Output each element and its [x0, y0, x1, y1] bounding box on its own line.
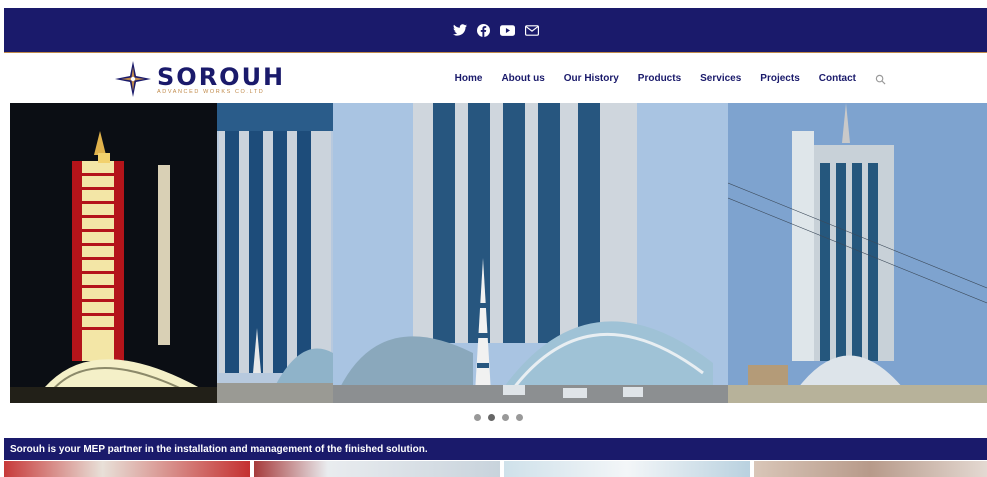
slide-image-night-tower — [10, 103, 217, 403]
site-logo[interactable]: SOROUH ADVANCED WORKS CO.LTD — [113, 59, 285, 99]
thumbnail-strip — [4, 461, 987, 477]
twitter-icon[interactable] — [452, 23, 467, 38]
nav-contact[interactable]: Contact — [819, 73, 856, 84]
slide-image-complex-day — [333, 103, 728, 403]
slider-dot-4[interactable] — [516, 414, 523, 421]
slider-dot-3[interactable] — [502, 414, 509, 421]
thumbnail-1[interactable] — [4, 461, 250, 477]
site-header: SOROUH ADVANCED WORKS CO.LTD Home About … — [0, 53, 987, 103]
thumbnail-4[interactable] — [754, 461, 987, 477]
youtube-icon[interactable] — [500, 23, 515, 38]
nav-products[interactable]: Products — [638, 73, 681, 84]
social-topbar — [4, 8, 987, 53]
brand-name: SOROUH — [157, 62, 286, 91]
banner-text: Sorouh is your MEP partner in the instal… — [10, 443, 428, 455]
thumbnail-2[interactable] — [254, 461, 500, 477]
facebook-icon[interactable] — [476, 23, 491, 38]
nav-our-history[interactable]: Our History — [564, 73, 619, 84]
nav-home[interactable]: Home — [455, 73, 483, 84]
slider-dot-1[interactable] — [474, 414, 481, 421]
slide-image-tower-closeup — [217, 103, 333, 403]
nav-projects[interactable]: Projects — [760, 73, 799, 84]
nav-about-us[interactable]: About us — [501, 73, 544, 84]
brand-tagline: ADVANCED WORKS CO.LTD — [157, 88, 265, 95]
compass-star-icon — [115, 61, 151, 97]
thumbnail-3[interactable] — [504, 461, 750, 477]
slider-dot-2[interactable] — [488, 414, 495, 421]
email-icon[interactable] — [524, 23, 539, 38]
tagline-banner: Sorouh is your MEP partner in the instal… — [4, 438, 987, 460]
slide-image-tower-distance — [728, 103, 987, 403]
search-icon[interactable] — [875, 72, 887, 85]
slider-pagination — [474, 414, 523, 421]
hero-slider[interactable] — [10, 103, 987, 403]
nav-services[interactable]: Services — [700, 73, 741, 84]
main-nav: Home About us Our History Products Servi… — [455, 72, 887, 85]
